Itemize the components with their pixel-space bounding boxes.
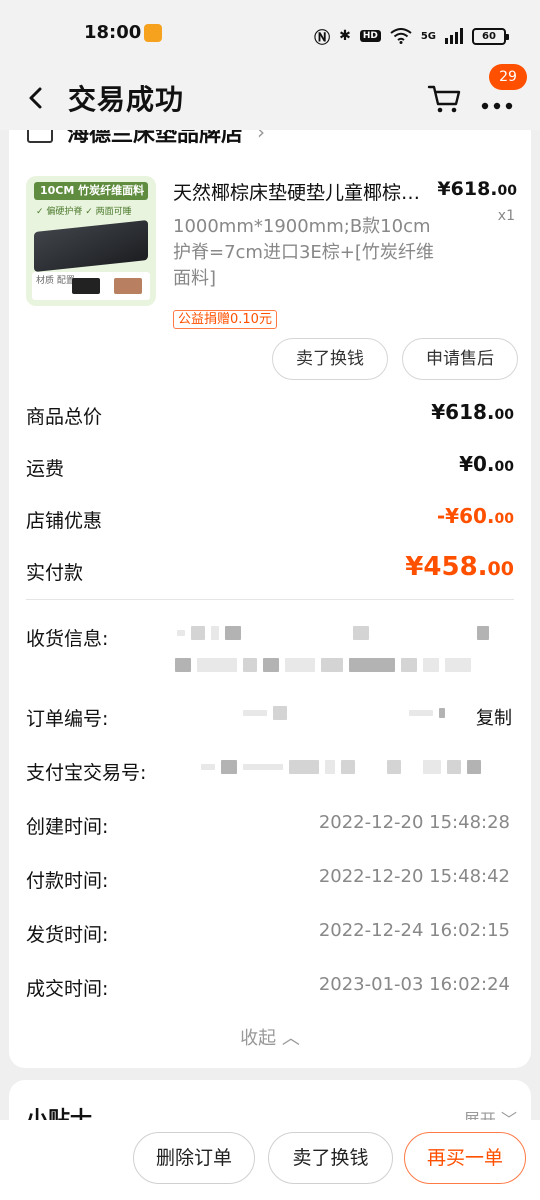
product-image-header: 10CM 竹炭纤维面料	[34, 182, 148, 200]
shop-discount-value: -¥60.00	[436, 504, 514, 528]
shipped-time-row: 发货时间: 2022-12-24 16:02:15	[26, 916, 514, 952]
payment-time-value: 2022-12-20 15:48:42	[318, 866, 510, 887]
back-arrow-icon[interactable]	[20, 80, 56, 116]
buy-again-button[interactable]: 再买一单	[404, 1132, 526, 1184]
alipay-number-redacted	[201, 760, 481, 774]
shipped-time-value: 2022-12-24 16:02:15	[318, 920, 510, 941]
closed-time-value: 2023-01-03 16:02:24	[318, 974, 510, 995]
hd-badge: HD	[359, 30, 381, 42]
order-number-label: 订单编号:	[26, 708, 109, 730]
alipay-number-label: 支付宝交易号:	[26, 762, 147, 784]
product-image-footer-label: 材质 配置	[36, 276, 75, 286]
payment-time-label: 付款时间:	[26, 870, 109, 892]
status-time: 18:00	[84, 22, 142, 43]
status-icons: Ⓝ ✱ HD 5G 60	[314, 24, 509, 48]
product-quantity: x1	[497, 208, 515, 224]
material-swatch-dark	[72, 278, 100, 294]
delete-order-button[interactable]: 删除订单	[133, 1132, 255, 1184]
paid-amount-value: ¥458.00	[405, 552, 514, 582]
shipped-time-label: 发货时间:	[26, 924, 109, 946]
shop-discount-label: 店铺优惠	[26, 510, 103, 532]
product-price: ¥618.00	[437, 178, 517, 200]
cart-icon[interactable]	[424, 78, 464, 118]
message-count-badge: 29	[489, 64, 527, 90]
receiver-info-redacted	[177, 626, 489, 640]
product-image[interactable]: 10CM 竹炭纤维面料 ✓ 偏硬护脊 ✓ 两面可睡 材质 配置	[26, 176, 156, 306]
bottom-action-bar: 删除订单 卖了换钱 再买一单	[0, 1120, 540, 1200]
total-price-value: ¥618.00	[431, 400, 514, 424]
sell-for-cash-bottom-button[interactable]: 卖了换钱	[268, 1132, 393, 1184]
mattress-illustration	[34, 220, 148, 272]
closed-time-label: 成交时间:	[26, 978, 109, 1000]
page-title: 交易成功	[68, 83, 185, 116]
divider	[26, 599, 514, 600]
product-image-footer: 材质 配置	[32, 272, 150, 300]
created-time-row: 创建时间: 2022-12-20 15:48:28	[26, 808, 514, 844]
apply-aftersale-button[interactable]: 申请售后	[402, 338, 518, 380]
shop-name: 海德兰床垫品牌店	[67, 130, 244, 147]
nfc-icon: Ⓝ	[314, 28, 331, 47]
shipping-row: 运费 ¥0.00	[26, 446, 514, 486]
order-card: 海德兰床垫品牌店 › 10CM 竹炭纤维面料 ✓ 偏硬护脊 ✓ 两面可睡 材质 …	[9, 130, 531, 1068]
receiver-info-label: 收货信息:	[26, 628, 109, 650]
receiver-address-redacted	[175, 658, 471, 672]
chevron-right-icon: ›	[257, 130, 266, 144]
copy-order-number-button[interactable]: 复制	[476, 704, 512, 730]
created-time-value: 2022-12-20 15:48:28	[318, 812, 510, 833]
collapse-toggle[interactable]: 收起 ︿	[9, 1024, 531, 1050]
wifi-icon	[390, 28, 412, 44]
created-time-label: 创建时间:	[26, 816, 109, 838]
closed-time-row: 成交时间: 2023-01-03 16:02:24	[26, 970, 514, 1006]
material-swatch-brown	[114, 278, 142, 294]
payment-time-row: 付款时间: 2022-12-20 15:48:42	[26, 862, 514, 898]
total-price-row: 商品总价 ¥618.00	[26, 394, 514, 434]
sell-for-cash-button[interactable]: 卖了换钱	[272, 338, 388, 380]
taobao-notification-icon	[144, 24, 162, 42]
shipping-label: 运费	[26, 458, 65, 480]
nav-bar: 交易成功	[0, 66, 540, 130]
network-type: 5G	[420, 30, 436, 42]
shipping-value: ¥0.00	[459, 452, 514, 476]
product-image-features: ✓ 偏硬护脊 ✓ 两面可睡	[36, 207, 132, 217]
status-bar: 18:00 Ⓝ ✱ HD 5G 60	[0, 0, 540, 66]
shop-icon	[27, 130, 53, 143]
shop-row[interactable]: 海德兰床垫品牌店 ›	[27, 130, 265, 148]
battery-indicator: 60	[472, 27, 509, 45]
signal-icon	[445, 28, 463, 44]
product-title[interactable]: 天然椰棕床垫硬垫儿童椰棕床垫折叠	[173, 178, 439, 205]
paid-amount-label: 实付款	[26, 562, 84, 584]
order-number-redacted	[243, 706, 445, 720]
total-price-label: 商品总价	[26, 406, 103, 428]
product-spec: 1000mm*1900mm;B款10cm护脊=7cm进口3E棕+[竹炭纤维面料]	[173, 216, 434, 289]
bluetooth-icon: ✱	[339, 28, 351, 44]
shop-discount-row: 店铺优惠 -¥60.00	[26, 498, 514, 538]
charity-tag: 公益捐赠0.10元	[173, 310, 277, 329]
paid-amount-row: 实付款 ¥458.00	[26, 550, 514, 590]
